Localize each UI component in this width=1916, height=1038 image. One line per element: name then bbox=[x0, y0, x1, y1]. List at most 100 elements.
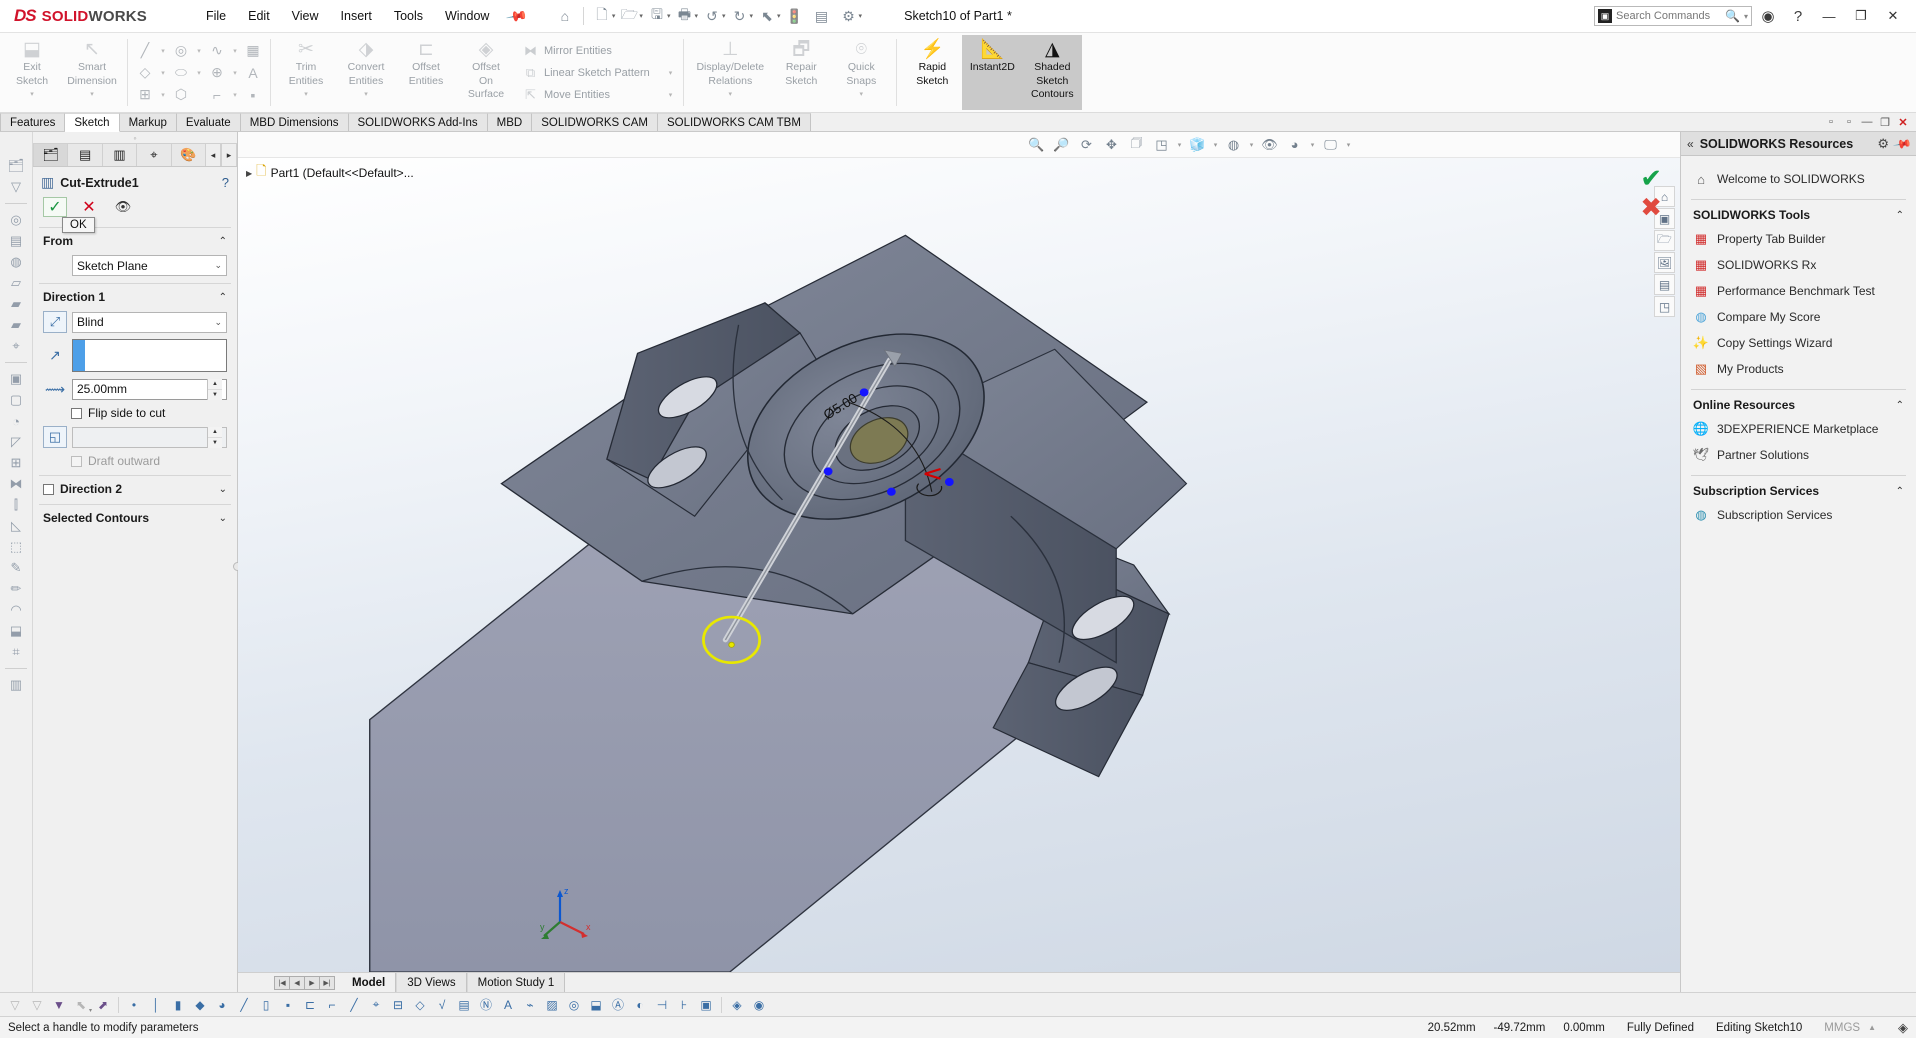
offset-on-surface-button[interactable]: ◈ Offset On Surface bbox=[456, 35, 516, 110]
face-relation-icon[interactable]: ◆ bbox=[189, 995, 211, 1015]
home-icon[interactable]: ⌂ bbox=[552, 4, 578, 28]
text-icon[interactable]: A bbox=[241, 62, 265, 84]
chevron-down-icon[interactable]: ⌄ bbox=[214, 260, 222, 271]
annotation-icon[interactable]: ▤ bbox=[3, 231, 29, 251]
view-folder-icon[interactable]: 🗁 bbox=[1654, 230, 1675, 251]
boss-extrude-icon[interactable]: ▣ bbox=[3, 369, 29, 389]
connection-relation-icon[interactable]: ◈ bbox=[726, 995, 748, 1015]
three-d-model-render[interactable] bbox=[238, 158, 1680, 972]
section-from-header[interactable]: From ⌃ bbox=[39, 232, 231, 252]
search-commands-box[interactable]: ▣ Search Commands 🔍 ▾ bbox=[1594, 6, 1752, 26]
display-style-icon[interactable]: ◍ bbox=[1221, 134, 1246, 156]
annotation-relation-icon[interactable]: Ⓝ bbox=[475, 995, 497, 1015]
rapid-sketch-button[interactable]: ⚡ Rapid Sketch bbox=[902, 35, 962, 110]
cut-extrude-icon[interactable]: ▢ bbox=[3, 390, 29, 410]
bottom-tab-3d-views[interactable]: 3D Views bbox=[396, 973, 467, 992]
group-online-resources-header[interactable]: Online Resources ⌃ bbox=[1691, 392, 1906, 416]
zoom-fit-icon[interactable]: 🔍 bbox=[1024, 134, 1049, 156]
chevron-up-icon[interactable]: ⌃ bbox=[219, 236, 229, 247]
rebuild-icon[interactable]: 🚦 bbox=[782, 4, 808, 28]
feature-tree-flyout[interactable]: ▶ 🗋 Part1 (Default<<Default>... bbox=[246, 162, 414, 184]
copy-settings-wizard-item[interactable]: ✨ Copy Settings Wizard bbox=[1691, 330, 1906, 356]
search-icon[interactable]: 🔍 bbox=[1725, 9, 1740, 23]
restore-icon[interactable]: ▫ bbox=[1840, 114, 1858, 131]
draft-icon[interactable]: ◺ bbox=[3, 516, 29, 536]
minimize-icon[interactable]: — bbox=[1858, 114, 1876, 131]
end-condition-select[interactable]: Blind ⌄ bbox=[72, 311, 227, 333]
chevron-up-icon[interactable]: ⌃ bbox=[1896, 486, 1904, 497]
chevron-down-icon[interactable]: ▾ bbox=[157, 40, 169, 62]
chevron-down-icon[interactable]: ▾ bbox=[193, 62, 205, 84]
property-tab-builder-item[interactable]: ▦ Property Tab Builder bbox=[1691, 226, 1906, 252]
help-circle-icon[interactable]: ? bbox=[1784, 4, 1812, 28]
direction-vector-listbox[interactable] bbox=[72, 339, 227, 372]
last-icon[interactable]: ▶| bbox=[319, 975, 335, 990]
restore-icon[interactable]: ❐ bbox=[1846, 3, 1876, 29]
chevron-down-icon[interactable]: ▾ bbox=[860, 90, 864, 98]
tangent-relation-icon[interactable]: ╱ bbox=[343, 995, 365, 1015]
chevron-down-icon[interactable]: ▾ bbox=[1210, 134, 1221, 156]
silhouette-relation-icon[interactable]: ⌐ bbox=[321, 995, 343, 1015]
shaded-sketch-contours-button[interactable]: ◮ Shaded Sketch Contours bbox=[1022, 35, 1083, 110]
chevron-down-icon[interactable]: ▾ bbox=[1174, 134, 1185, 156]
stepper-up-icon[interactable]: ▲ bbox=[208, 379, 222, 390]
plane-front-icon[interactable]: ▱ bbox=[3, 273, 29, 293]
sketch-relation-icon[interactable]: ⌁ bbox=[519, 995, 541, 1015]
weld-relation-icon[interactable]: √ bbox=[431, 995, 453, 1015]
tab-mbd[interactable]: MBD bbox=[487, 113, 533, 131]
text-relation-icon[interactable]: A bbox=[497, 995, 519, 1015]
plane-right-icon[interactable]: ▰ bbox=[3, 315, 29, 335]
balloon-relation-icon[interactable]: ◎ bbox=[563, 995, 585, 1015]
draft-outward-checkbox[interactable]: Draft outward bbox=[39, 451, 231, 471]
edit-appearance-icon[interactable]: ◕ bbox=[1282, 134, 1307, 156]
chevron-down-icon[interactable]: ▾ bbox=[193, 40, 205, 62]
new-document-icon[interactable]: 🗋 bbox=[589, 4, 615, 28]
tab-mbd-dimensions[interactable]: MBD Dimensions bbox=[240, 113, 349, 131]
filter-active-icon[interactable]: ▼ bbox=[48, 995, 70, 1015]
prev-icon[interactable]: ◀ bbox=[289, 975, 305, 990]
eye-preview-icon[interactable]: 👁 bbox=[111, 197, 135, 217]
group-solidworks-tools-header[interactable]: SOLIDWORKS Tools ⌃ bbox=[1691, 202, 1906, 226]
stepper-down-icon[interactable]: ▼ bbox=[208, 438, 222, 448]
draft-angle-input[interactable]: ▲ ▼ bbox=[72, 426, 227, 448]
surface-icon[interactable]: ◠ bbox=[3, 600, 29, 620]
circle-icon[interactable]: ◎ bbox=[169, 40, 193, 62]
graphics-viewport[interactable]: ✔ ✖ ⌂ ▣ 🗁 🖼 ▤ ◳ Ø5.00 z x y bbox=[238, 158, 1680, 972]
solidworks-rx-item[interactable]: ▦ SOLIDWORKS Rx bbox=[1691, 252, 1906, 278]
pm-tab-dimxpert-manager[interactable]: ⌖ bbox=[136, 143, 172, 166]
chevron-right-icon[interactable]: ▸ bbox=[221, 143, 238, 166]
menu-item-file[interactable]: File bbox=[195, 4, 237, 28]
view-orientation-icon[interactable]: 🧊 bbox=[1185, 134, 1210, 156]
draft-angle-icon[interactable]: ◱ bbox=[43, 426, 67, 448]
mirror-icon[interactable]: ⧓ bbox=[3, 474, 29, 494]
my-products-item[interactable]: ▧ My Products bbox=[1691, 356, 1906, 382]
weldment-icon[interactable]: ⌗ bbox=[3, 642, 29, 662]
gear-icon[interactable]: ⚙ bbox=[1877, 136, 1889, 152]
stepper-down-icon[interactable]: ▼ bbox=[208, 390, 222, 400]
menu-item-tools[interactable]: Tools bbox=[383, 4, 434, 28]
help-circle-icon[interactable]: ? bbox=[222, 175, 229, 190]
chevron-down-icon[interactable]: ▾ bbox=[655, 91, 673, 99]
view-display-icon[interactable]: 🖼 bbox=[1654, 252, 1675, 273]
tab-evaluate[interactable]: Evaluate bbox=[176, 113, 241, 131]
relation-status-icon[interactable]: ◉ bbox=[748, 995, 770, 1015]
options-gear-icon[interactable]: ⚙ bbox=[836, 4, 862, 28]
flip-side-to-cut-checkbox[interactable]: Flip side to cut bbox=[39, 403, 231, 423]
chevron-down-icon[interactable] bbox=[193, 84, 205, 106]
chevron-down-icon[interactable]: ▾ bbox=[364, 90, 368, 98]
units-selector[interactable]: MMGS ▲ bbox=[1824, 1022, 1876, 1034]
chevron-down-icon[interactable]: ▾ bbox=[1307, 134, 1318, 156]
mate-relation-icon[interactable]: ▣ bbox=[695, 995, 717, 1015]
component-relation-icon[interactable]: ⊣ bbox=[651, 995, 673, 1015]
pm-tab-display-manager[interactable]: 🎨 bbox=[170, 143, 207, 166]
pattern-icon[interactable]: ⊞ bbox=[3, 453, 29, 473]
material-icon[interactable]: ◍ bbox=[3, 252, 29, 272]
panel-drag-handle[interactable]: ◦ bbox=[33, 132, 237, 143]
instant-2d-button[interactable]: 📐 Instant2D bbox=[962, 35, 1023, 110]
exit-sketch-button[interactable]: ⬓ Exit Sketch ▾ bbox=[2, 35, 62, 110]
three-d-sketch-icon[interactable]: ✏ bbox=[3, 579, 29, 599]
display-delete-relations-button[interactable]: ⊥ Display/Delete Relations ▾ bbox=[689, 35, 771, 110]
welcome-to-solidworks-item[interactable]: ⌂ Welcome to SOLIDWORKS bbox=[1691, 166, 1906, 192]
line-icon[interactable]: ╱ bbox=[133, 40, 157, 62]
chevron-down-icon[interactable]: ⌄ bbox=[219, 513, 229, 524]
